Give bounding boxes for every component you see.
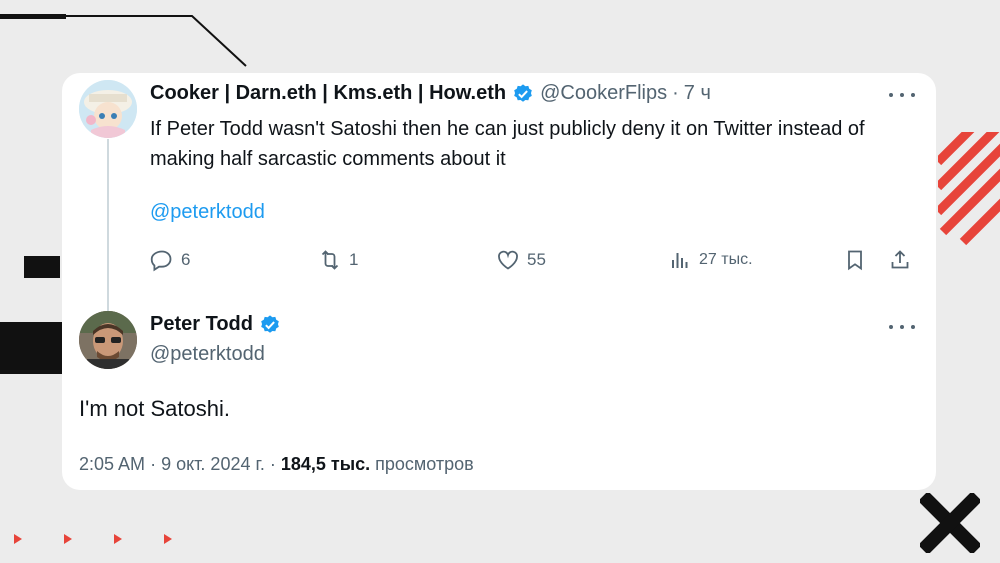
reply-button[interactable]: 6 <box>150 248 190 272</box>
decor-block-large <box>0 322 62 374</box>
more-horizontal-icon[interactable] <box>889 85 915 105</box>
views-button[interactable]: 27 тыс. <box>668 248 753 272</box>
tweet1-time[interactable]: 7 ч <box>684 82 711 105</box>
tweet1-action-bar: 6 1 55 27 тыс. <box>150 248 920 276</box>
verified-badge-icon <box>261 314 279 333</box>
tweet1-text: If Peter Todd wasn't Satoshi then he can… <box>150 118 865 170</box>
tweet2-text: I'm not Satoshi. <box>79 396 230 421</box>
decor-arrow <box>64 534 72 544</box>
like-count: 55 <box>527 250 546 269</box>
like-button[interactable]: 55 <box>496 248 546 272</box>
more-horizontal-icon[interactable] <box>889 317 915 337</box>
tweet2-header: Peter Todd <box>150 313 281 336</box>
tweet2-handle[interactable]: @peterktodd <box>150 343 265 366</box>
tweet1-separator: · <box>672 82 679 104</box>
tweet-thread-card: Cooker | Darn.eth | Kms.eth | How.eth @C… <box>62 73 936 490</box>
decor-diagonal-line <box>66 15 247 67</box>
tweet2-views-count: 184,5 тыс. <box>280 454 371 474</box>
tweet2-date[interactable]: 9 окт. 2024 г. <box>161 454 265 474</box>
decor-arrow <box>164 534 172 544</box>
decor-x-mark <box>920 493 980 553</box>
analytics-icon <box>672 253 688 268</box>
decor-arrow <box>114 534 122 544</box>
decor-red-stripes <box>938 132 1000 246</box>
retweet-button[interactable]: 1 <box>318 248 358 272</box>
tweet2-views-label: просмотров <box>375 454 474 474</box>
tweet2-meta: 2:05 AM · 9 окт. 2024 г. · 184,5 тыс. пр… <box>79 454 474 475</box>
share-button[interactable] <box>888 248 919 272</box>
tweet1-handle[interactable]: @CookerFlips <box>540 82 667 105</box>
views-count: 27 тыс. <box>699 251 753 268</box>
avatar-cooker[interactable] <box>79 80 137 138</box>
bookmark-button[interactable] <box>843 248 874 272</box>
heart-icon <box>498 250 518 270</box>
reply-icon <box>150 250 172 272</box>
retweet-icon <box>321 250 339 270</box>
share-icon <box>891 250 909 269</box>
bookmark-icon <box>848 250 862 271</box>
meta-separator: · <box>150 454 157 474</box>
tweet2-display-name[interactable]: Peter Todd <box>150 313 253 336</box>
verified-badge-icon <box>514 83 532 102</box>
tweet1-mention-link[interactable]: @peterktodd <box>150 201 265 224</box>
retweet-count: 1 <box>349 250 359 269</box>
meta-separator: · <box>269 454 276 474</box>
tweet1-display-name[interactable]: Cooker | Darn.eth | Kms.eth | How.eth <box>150 82 506 105</box>
tweet1-header: Cooker | Darn.eth | Kms.eth | How.eth @C… <box>150 82 711 105</box>
decor-arrow <box>14 534 22 544</box>
decor-arrows <box>14 534 172 544</box>
avatar-peter-todd[interactable] <box>79 311 137 369</box>
reply-count: 6 <box>181 250 191 269</box>
decor-block-small <box>24 256 60 278</box>
tweet2-time[interactable]: 2:05 AM <box>79 454 145 474</box>
